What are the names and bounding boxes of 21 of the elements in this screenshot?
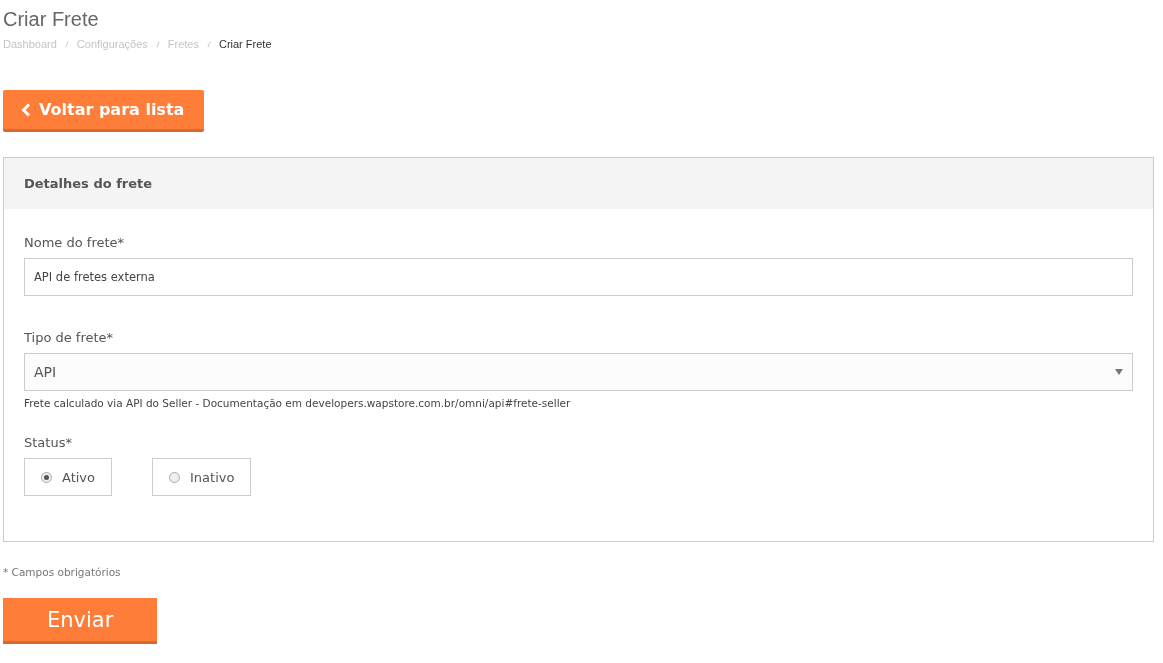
status-radio[interactable]: Ativo (24, 458, 113, 496)
name-input-field[interactable]: API de fretes externa (24, 258, 1133, 296)
help-text: Frete calculado via API do Seller - Documentação em developers.wapstore.com.br/omni/api#frete-seller (24, 397, 572, 409)
separator-icon (64, 40, 69, 48)
back-button[interactable]: Voltar para lista (3, 90, 205, 132)
page-title: Criar Frete (3, 7, 100, 32)
panel-title: Detalhes do frete (24, 176, 153, 191)
separator-icon (155, 40, 160, 48)
breadcrumb-link[interactable]: Configurações (76, 38, 148, 50)
dropdown-caret-icon (1115, 369, 1123, 375)
field-label: Status* (24, 435, 73, 450)
required-note: * Campos obrigatórios (3, 566, 122, 578)
type-select[interactable]: API (24, 353, 1133, 391)
breadcrumb-link[interactable]: Fretes (167, 38, 199, 50)
submit-button[interactable]: Enviar (3, 598, 158, 644)
separator-icon (206, 40, 211, 48)
field-label: Tipo de frete* (24, 330, 115, 345)
status-radio[interactable]: Inativo (152, 458, 252, 496)
chevron-left-icon (21, 102, 31, 117)
breadcrumb-link[interactable]: Dashboard (3, 38, 57, 50)
field-label: Nome do frete* (24, 235, 126, 250)
